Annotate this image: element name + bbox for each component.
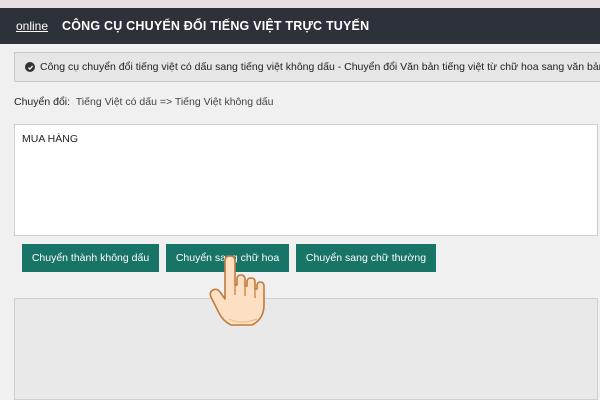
navbar: online CÔNG CỤ CHUYỂN ĐỔI TIẾNG VIỆT TRỰ… [0,8,600,44]
info-banner: Công cụ chuyển đổi tiếng việt có dấu san… [14,52,600,82]
page-title: CÔNG CỤ CHUYỂN ĐỔI TIẾNG VIỆT TRỰC TUYẾN [62,19,370,33]
convert-no-accent-button[interactable]: Chuyển thành không dấu [22,244,159,272]
browser-top-strip [0,0,600,8]
conversion-value: Tiếng Việt có dấu => Tiếng Việt không dấ… [75,96,274,108]
result-output-area[interactable]: ÀNG [14,298,598,400]
nav-online-link[interactable]: online [16,19,48,33]
result-output-text: ÀNG [222,308,245,320]
conversion-label: Chuyển đổi: [14,96,71,108]
convert-lowercase-button[interactable]: Chuyển sang chữ thường [296,244,436,272]
source-text-input[interactable] [14,124,598,236]
conversion-description: Chuyển đổi: Tiếng Việt có dấu => Tiếng V… [14,96,274,108]
check-circle-icon [25,62,35,72]
convert-uppercase-button[interactable]: Chuyển sang chữ hoa [166,244,289,272]
info-text: Công cụ chuyển đổi tiếng việt có dấu san… [40,61,600,73]
